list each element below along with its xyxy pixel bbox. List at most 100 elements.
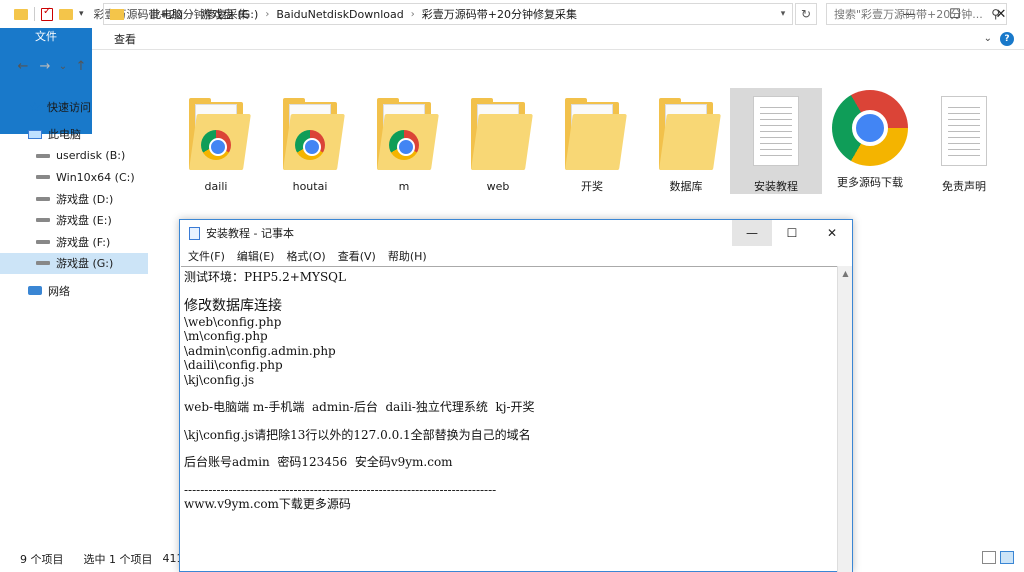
file-item-houtai[interactable]: houtai (264, 88, 356, 194)
file-item-m[interactable]: m (358, 88, 450, 194)
breadcrumb-drive-g[interactable]: 游戏盘 (G:) (201, 6, 258, 22)
notepad-window: 安装教程 - 记事本 — ☐ ✕ 文件(F) 编辑(E) 格式(O) 查看(V)… (179, 219, 853, 572)
file-item-web[interactable]: web (452, 88, 544, 194)
menu-format[interactable]: 格式(O) (280, 248, 331, 264)
folder-icon (279, 94, 345, 174)
chevron-right-icon: › (410, 8, 415, 20)
menu-help[interactable]: 帮助(H) (382, 248, 433, 264)
customize-toolbar-icon[interactable]: ▾ (79, 9, 84, 19)
file-item-more-source[interactable]: 更多源码下载 (824, 88, 916, 194)
notepad-title: 安装教程 - 记事本 (206, 227, 294, 240)
recent-locations-button[interactable]: ⌄ (56, 61, 70, 72)
notepad-minimize-button[interactable]: — (732, 220, 772, 246)
menu-edit[interactable]: 编辑(E) (231, 248, 281, 264)
file-item-install-guide[interactable]: 安装教程 (730, 88, 822, 194)
file-label: 安装教程 (754, 180, 798, 193)
file-item-database[interactable]: 数据库 (640, 88, 732, 194)
menu-view[interactable]: 查看(V) (332, 248, 382, 264)
nav-this-pc[interactable]: 此电脑 (0, 124, 148, 146)
scroll-up-icon[interactable]: ▲ (838, 266, 853, 281)
breadcrumb-this-pc[interactable]: 此电脑 (150, 6, 183, 22)
file-item-kaijiang[interactable]: 开奖 (546, 88, 638, 194)
new-folder-icon[interactable] (59, 8, 73, 20)
forward-button[interactable]: → (34, 59, 56, 74)
menu-file[interactable]: 文件(F) (182, 248, 231, 264)
file-item-disclaimer[interactable]: 免责声明 (918, 88, 1010, 194)
selection-count: 选中 1 个项目 (83, 552, 153, 566)
folder-icon (655, 94, 721, 172)
vertical-scrollbar[interactable]: ▲ (837, 266, 852, 572)
address-dropdown-icon[interactable]: ▾ (773, 3, 793, 25)
nav-label: 网络 (48, 284, 70, 298)
text-line: \m\config.php (184, 329, 268, 343)
drive-icon (36, 153, 50, 158)
divider (34, 7, 35, 21)
nav-drive-g[interactable]: 游戏盘 (G:) (0, 252, 148, 274)
search-input[interactable]: 搜索"彩壹万源码带+20分钟... ⚲ (826, 3, 1007, 25)
folder-icon (185, 94, 251, 174)
notepad-menu-bar: 文件(F) 编辑(E) 格式(O) 查看(V) 帮助(H) (180, 246, 852, 266)
network-icon (28, 286, 42, 296)
nav-drive-e[interactable]: 游戏盘 (E:) (0, 210, 148, 232)
file-label: daili (204, 180, 228, 193)
nav-label: Win10x64 (C:) (56, 170, 135, 184)
up-button[interactable]: ↑ (70, 59, 92, 74)
drive-icon (36, 196, 50, 201)
notepad-maximize-button[interactable]: ☐ (772, 220, 812, 246)
nav-label: 游戏盘 (F:) (56, 235, 111, 249)
notepad-icon (189, 226, 200, 240)
breadcrumb-current-folder[interactable]: 彩壹万源码带+20分钟修复采集 (422, 6, 577, 22)
address-bar[interactable]: › 此电脑 › 游戏盘 (G:) › BaiduNetdiskDownload … (103, 3, 793, 25)
file-item-daili[interactable]: daili (170, 88, 262, 194)
search-icon[interactable]: ⚲ (991, 7, 1000, 21)
folder-icon (561, 94, 627, 172)
notepad-text-area[interactable]: 测试环境：PHP5.2+MYSQL 修改数据库连接 \web\config.ph… (181, 266, 837, 572)
text-line: \kj\config.js请把除13行以外的127.0.0.1全部替换为自己的域… (184, 427, 531, 442)
folder-icon (467, 94, 533, 174)
text-line: \admin\config.admin.php (184, 343, 336, 358)
nav-quick-access[interactable]: ★ 快速访问 (0, 96, 148, 118)
quick-access-toolbar: ▾ (0, 6, 84, 21)
ribbon-tabs: 文件 主页 共享 查看 ⌄ ? (0, 28, 1024, 134)
back-button[interactable]: ← (12, 59, 34, 74)
nav-drive-d[interactable]: 游戏盘 (D:) (0, 188, 148, 210)
nav-drive-f[interactable]: 游戏盘 (F:) (0, 231, 148, 253)
refresh-button[interactable]: ↻ (795, 3, 817, 25)
navigation-pane: ★ 快速访问 此电脑 userdisk (B:) Win10x64 (C:) 游… (0, 84, 148, 544)
help-icon[interactable]: ? (1000, 31, 1014, 46)
star-icon: ★ (29, 99, 41, 114)
text-line: \daili\config.php (184, 358, 283, 372)
file-label: houtai (292, 180, 328, 193)
text-document-icon (745, 94, 807, 172)
tab-view[interactable]: 查看 (100, 28, 150, 49)
nav-label: userdisk (B:) (56, 149, 126, 163)
computer-icon (28, 129, 42, 139)
text-line: www.v9ym.com下载更多源码 (184, 497, 351, 511)
item-count: 9 个项目 (20, 552, 64, 566)
file-list: daili houtai m web 开奖 数据库 安装教程 更多源码下载 免责… (170, 88, 1010, 198)
text-line: \web\config.php (184, 314, 282, 329)
nav-label: 快速访问 (47, 100, 91, 114)
nav-label: 此电脑 (48, 128, 81, 142)
drive-icon (36, 218, 50, 223)
expand-ribbon-icon[interactable]: ⌄ (984, 33, 992, 44)
text-document-icon (933, 94, 995, 172)
file-label: m (398, 180, 410, 193)
file-label: web (486, 180, 510, 193)
windows-drive-icon (36, 175, 50, 180)
nav-network[interactable]: 网络 (0, 280, 148, 302)
folder-icon (110, 8, 124, 20)
large-icons-view-icon[interactable] (1000, 551, 1014, 564)
nav-drive-c[interactable]: Win10x64 (C:) (0, 167, 148, 189)
nav-label: 游戏盘 (G:) (56, 257, 114, 271)
breadcrumb-baidunetdisk[interactable]: BaiduNetdiskDownload (276, 8, 403, 21)
properties-icon[interactable] (41, 6, 53, 21)
file-label: 免责声明 (942, 180, 986, 193)
nav-drive-b[interactable]: userdisk (B:) (0, 145, 148, 167)
chevron-right-icon: › (265, 8, 270, 20)
text-line: \kj\config.js (184, 372, 255, 387)
notepad-close-button[interactable]: ✕ (812, 220, 852, 246)
details-view-icon[interactable] (982, 551, 996, 564)
address-row: ← → ⌄ ↑ (0, 52, 1024, 80)
folder-icon (14, 8, 28, 20)
